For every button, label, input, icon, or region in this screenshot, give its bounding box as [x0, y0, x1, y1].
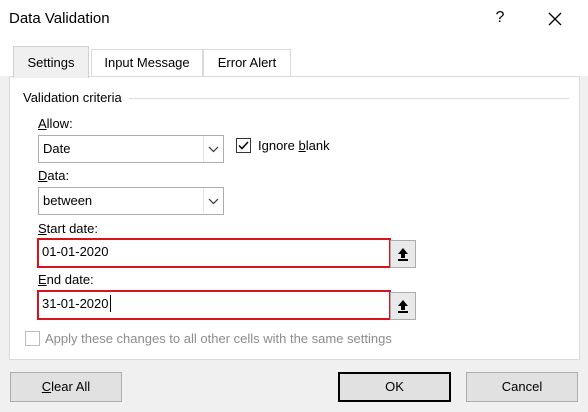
group-divider [129, 98, 569, 99]
start-date-range-button[interactable] [390, 240, 416, 268]
validation-criteria-label: Validation criteria [23, 90, 122, 105]
end-date-range-button[interactable] [390, 292, 416, 320]
end-date-value: 31-01-2020 [42, 296, 109, 311]
data-dropdown-button[interactable] [203, 188, 223, 214]
collapse-dialog-icon [398, 300, 408, 313]
allow-dropdown-button[interactable] [203, 136, 223, 162]
start-date-label: Start date: [38, 221, 98, 236]
end-date-input[interactable]: 31-01-2020 [37, 290, 391, 320]
data-validation-dialog: Data Validation ? Settings Input Message… [0, 0, 588, 412]
start-date-input[interactable]: 01-01-2020 [37, 238, 391, 268]
chevron-down-icon [208, 146, 219, 152]
clear-all-button[interactable]: Clear All [10, 372, 122, 402]
collapse-dialog-icon [398, 248, 408, 261]
start-date-value: 01-01-2020 [42, 244, 109, 259]
apply-all-label: Apply these changes to all other cells w… [45, 331, 392, 346]
checkmark-icon [238, 141, 249, 150]
tab-error-alert[interactable]: Error Alert [203, 49, 291, 76]
ignore-blank-label: Ignore blank [258, 138, 330, 153]
allow-value: Date [43, 141, 71, 156]
ok-button[interactable]: OK [338, 372, 451, 402]
tab-settings[interactable]: Settings [13, 46, 89, 78]
data-label: Data: [38, 168, 70, 183]
tab-input-message[interactable]: Input Message [91, 49, 203, 76]
data-value: between [43, 193, 93, 208]
close-button[interactable] [545, 8, 565, 31]
text-caret [110, 295, 111, 312]
ignore-blank-checkbox[interactable] [236, 138, 251, 153]
allow-label: Allow: [38, 116, 73, 131]
data-select[interactable]: between [38, 187, 224, 215]
dialog-title: Data Validation [9, 10, 110, 27]
end-date-label: End date: [38, 272, 94, 287]
chevron-down-icon [208, 198, 219, 204]
apply-all-checkbox[interactable] [25, 331, 40, 346]
help-button[interactable]: ? [490, 9, 510, 27]
close-icon [548, 12, 562, 26]
allow-select[interactable]: Date [38, 135, 224, 163]
title-bar: Data Validation ? [0, 0, 588, 40]
cancel-button[interactable]: Cancel [466, 372, 578, 402]
